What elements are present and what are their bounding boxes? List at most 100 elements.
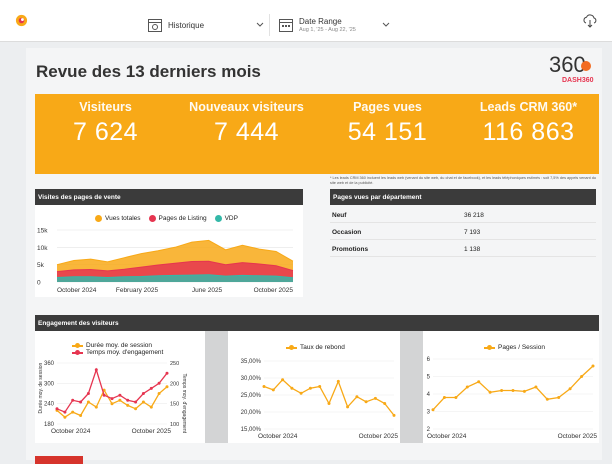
- date-range-label: Date Range: [299, 17, 342, 26]
- data-point: [557, 396, 561, 399]
- x-tick-label: October 2025: [254, 287, 294, 294]
- dept-row: Promotions 1 138: [330, 240, 596, 257]
- data-point: [157, 392, 161, 395]
- sales-legend: Vues totales Pages de Listing VDP: [95, 215, 246, 222]
- data-point: [346, 405, 350, 409]
- data-point: [157, 381, 161, 385]
- legend-item: Durée moy. de session: [72, 342, 152, 349]
- sales-pages-header: Visites des pages de vente: [35, 189, 303, 205]
- y2-tick-label: 150: [170, 402, 179, 408]
- data-point: [79, 400, 83, 404]
- data-point: [327, 402, 331, 405]
- data-point: [534, 385, 538, 389]
- x-tick-label: October 2024: [258, 433, 298, 440]
- chevron-down-icon: [382, 22, 390, 27]
- dept-header: Pages vues par département: [330, 189, 596, 205]
- data-point: [318, 385, 322, 388]
- page-title: Revue des 13 derniers mois: [36, 62, 261, 81]
- data-point: [126, 398, 130, 402]
- x-tick-label: October 2025: [132, 428, 172, 435]
- data-point: [488, 390, 492, 394]
- x-tick-label: June 2025: [192, 287, 223, 294]
- y-tick-label: 15k: [37, 228, 48, 235]
- x-tick-label: October 2024: [427, 433, 467, 440]
- data-point: [63, 415, 67, 419]
- kpi-value: 116 863: [482, 118, 575, 146]
- data-point: [373, 396, 377, 400]
- bounce-legend: Taux de rebond: [286, 344, 353, 351]
- data-point: [355, 395, 359, 399]
- brand-sub: DASH360: [562, 77, 594, 84]
- dept-value: 1 138: [464, 246, 481, 253]
- data-point: [454, 396, 458, 399]
- legend-line: [72, 349, 83, 355]
- data-point: [110, 397, 114, 401]
- data-point: [165, 385, 169, 389]
- data-point: [262, 385, 266, 388]
- panel-separator: [400, 331, 423, 443]
- legend-item: Vues totales: [95, 215, 141, 222]
- data-point: [71, 398, 75, 402]
- data-point: [149, 386, 153, 390]
- y-tick-label: 35,00%: [241, 359, 262, 365]
- kpi-label: Visiteurs: [79, 100, 132, 114]
- cloud-download-icon[interactable]: [582, 13, 598, 29]
- engagement-legend: Durée moy. de session Temps moy. d'engag…: [72, 342, 171, 356]
- pages-session-legend: Pages / Session: [484, 344, 553, 351]
- pages-per-session-chart: 65432October 2024 October 2025: [427, 357, 598, 440]
- legend-dot: [214, 215, 222, 222]
- data-point: [86, 400, 90, 404]
- data-point: [308, 386, 312, 390]
- top-toolbar: Historique Date Range Aug 1, '25 - Aug 2…: [0, 0, 612, 42]
- y-tick-label: 6: [427, 357, 431, 363]
- data-point: [71, 410, 75, 414]
- legend-label: Vues totales: [105, 215, 141, 222]
- legend-label: Pages / Session: [498, 344, 545, 351]
- y2-axis-label: Temps moy. d'engagement: [181, 374, 187, 434]
- data-point: [580, 375, 584, 378]
- app-logo-icon[interactable]: [15, 14, 28, 27]
- next-page-button[interactable]: [35, 456, 83, 464]
- y2-tick-label: 200: [170, 381, 179, 387]
- kpi-value: 54 151: [347, 118, 428, 146]
- history-label: Historique: [168, 20, 205, 30]
- dept-name: Promotions: [332, 246, 369, 253]
- data-point: [126, 403, 130, 407]
- kpi-label: Nouveaux visiteurs: [189, 100, 304, 114]
- data-point: [511, 389, 515, 392]
- data-point: [442, 396, 446, 399]
- kpi-value: 7 624: [72, 118, 139, 146]
- y-tick-label: 30,00%: [241, 376, 262, 382]
- legend-label: Durée moy. de session: [86, 342, 152, 349]
- data-point: [290, 386, 294, 390]
- y-tick-label: 5k: [37, 262, 45, 269]
- kpi-band: Visiteurs 7 624 Nouveaux visiteurs 7 444…: [35, 94, 599, 174]
- y-tick-label: 3: [427, 410, 431, 416]
- data-point: [134, 407, 138, 411]
- history-dropdown[interactable]: Historique: [148, 14, 270, 36]
- x-tick-label: October 2024: [51, 428, 91, 435]
- y-tick-label: 240: [44, 402, 55, 408]
- calendar-icon: [279, 19, 293, 32]
- panel-separator: [205, 331, 228, 443]
- legend-label: Pages de Listing: [158, 215, 207, 222]
- dept-value: 7 193: [464, 229, 481, 236]
- data-point: [149, 405, 153, 409]
- x-tick-label: October 2025: [359, 433, 399, 440]
- data-point: [591, 364, 595, 368]
- y2-tick-label: 100: [170, 422, 179, 428]
- y-tick-label: 4: [427, 392, 431, 398]
- date-range-dropdown[interactable]: Date Range Aug 1, '25 - Aug 22, '25: [279, 14, 390, 36]
- legend-item: Taux de rebond: [286, 344, 345, 351]
- legend-item: Pages / Session: [484, 344, 545, 351]
- kpi-label: Pages vues: [353, 100, 422, 114]
- date-range-value: Aug 1, '25 - Aug 22, '25: [299, 27, 356, 33]
- data-point: [392, 413, 396, 417]
- y-tick-label: 25,00%: [241, 393, 262, 399]
- dept-name: Neuf: [332, 212, 347, 219]
- data-point: [383, 402, 387, 405]
- kpi-new-visitors: Nouveaux visiteurs 7 444: [176, 94, 317, 147]
- kpi-visitors: Visiteurs 7 624: [35, 94, 176, 147]
- dept-row: Occasion 7 193: [330, 223, 596, 240]
- chevron-down-icon: [256, 22, 264, 27]
